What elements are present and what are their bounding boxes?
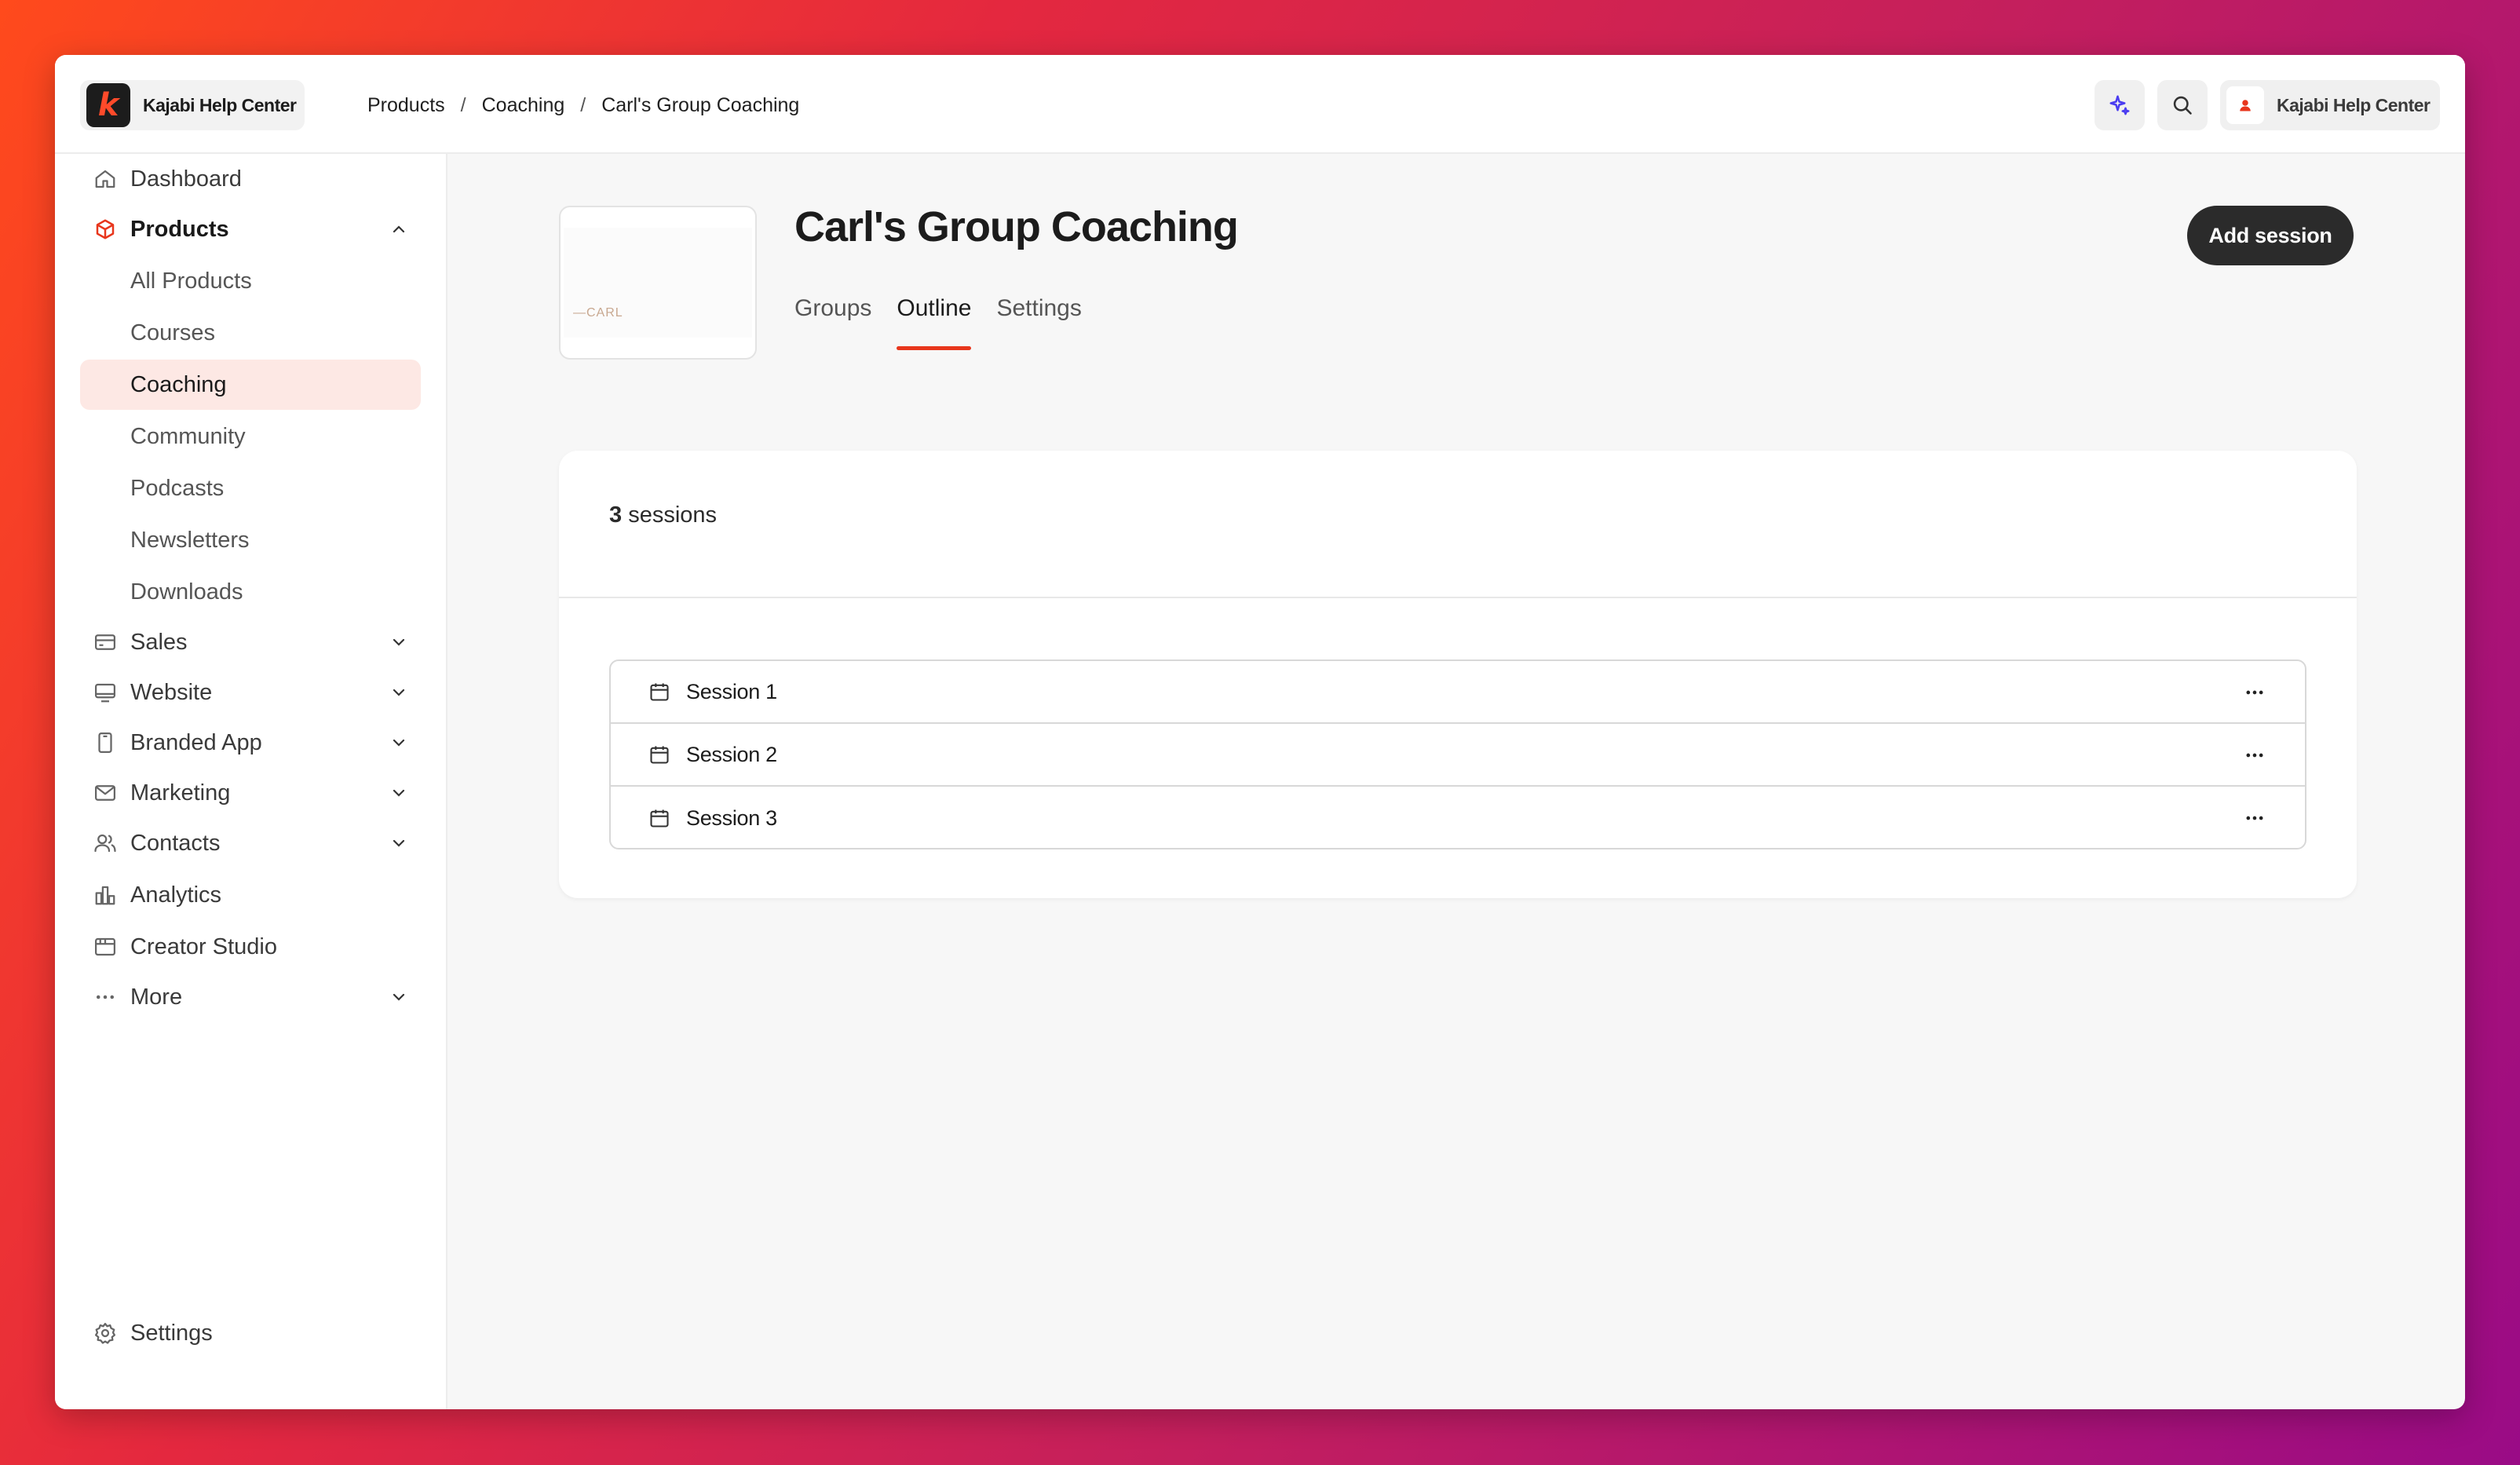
sidebar-item-contacts[interactable]: Contacts [80,818,421,868]
breadcrumb-coaching[interactable]: Coaching [482,94,565,117]
breadcrumb-separator: / [460,93,466,116]
session-row[interactable]: Session 3 [611,787,2305,848]
tab-bar: Groups Outline Settings [794,295,1082,350]
sidebar-item-label: Sales [130,629,188,655]
session-row[interactable]: Session 1 [611,661,2305,724]
calendar-icon [650,683,669,701]
chevron-down-icon [393,789,405,797]
site-switcher[interactable]: k Kajabi Help Center [80,80,305,130]
chevron-down-icon [393,689,405,696]
sidebar-item-label: Website [130,679,213,705]
chevron-down-icon [393,839,405,847]
app-window: k Kajabi Help Center Products / Coaching… [55,55,2465,1409]
sidebar-item-label: Settings [130,1320,213,1346]
sidebar-item-label: More [130,984,183,1010]
sessions-list: Session 1 Session 2 Session 3 [609,659,2306,849]
avatar [2226,86,2264,124]
more-horizontal-icon [2246,816,2263,820]
sidebar-item-products[interactable]: Products [80,204,421,254]
sidebar-subitem-community[interactable]: Community [80,411,421,462]
mail-icon [95,785,115,801]
tab-outline[interactable]: Outline [897,295,972,350]
sidebar-item-label: Analytics [130,882,222,908]
thumbnail-logo-text: —CARL [573,306,623,320]
sidebar-item-label: Contacts [130,830,221,856]
session-menu-button[interactable] [2239,680,2270,705]
session-menu-button[interactable] [2239,806,2270,831]
sidebar-subitem-coaching[interactable]: Coaching [80,360,421,410]
sidebar-item-branded-app[interactable]: Branded App [80,718,421,768]
credit-card-icon [95,634,115,650]
session-title: Session 1 [686,679,777,703]
main-content: —CARL Carl's Group Coaching Groups Outli… [449,154,2465,1409]
chevron-down-icon [393,993,405,1001]
add-session-button[interactable]: Add session [2187,206,2354,265]
chevron-down-icon [393,739,405,747]
sidebar-subitem-downloads[interactable]: Downloads [80,567,421,617]
sidebar-item-label: Marketing [130,780,231,806]
sidebar-item-analytics[interactable]: Analytics [80,870,421,920]
ai-assistant-button[interactable] [2095,80,2145,130]
sidebar: Dashboard Products All Products Courses … [55,154,447,1409]
divider [559,597,2357,598]
session-menu-button[interactable] [2239,743,2270,768]
sidebar-item-label: Branded App [130,729,262,755]
tab-groups[interactable]: Groups [794,295,871,350]
gear-icon [95,1323,115,1344]
sidebar-item-website[interactable]: Website [80,667,421,718]
dots-icon [97,995,114,999]
sidebar-subitem-all-products[interactable]: All Products [80,256,421,306]
top-bar: k Kajabi Help Center Products / Coaching… [55,55,2465,154]
box-icon [96,219,115,239]
more-horizontal-icon [2246,690,2263,695]
home-icon [95,170,115,188]
product-thumbnail[interactable]: —CARL [559,206,757,360]
session-title: Session 3 [686,806,777,830]
sidebar-item-label: Creator Studio [130,933,277,959]
search-button[interactable] [2157,80,2208,130]
users-icon [94,834,116,853]
chevron-up-icon [393,225,405,233]
studio-icon [95,937,115,956]
sidebar-item-more[interactable]: More [80,972,421,1022]
account-name: Kajabi Help Center [2277,94,2431,115]
page-title: Carl's Group Coaching [794,203,1239,250]
sparkle-icon [2109,95,2130,115]
monitor-icon [95,683,115,703]
sidebar-item-dashboard[interactable]: Dashboard [80,154,421,204]
phone-icon [98,732,112,753]
calendar-icon [650,746,669,764]
sidebar-item-settings[interactable]: Settings [80,1308,421,1358]
breadcrumb-current: Carl's Group Coaching [601,93,800,116]
chevron-down-icon [393,638,405,646]
sidebar-item-marketing[interactable]: Marketing [80,768,421,818]
sidebar-subitem-courses[interactable]: Courses [80,308,421,358]
sidebar-subitem-newsletters[interactable]: Newsletters [80,515,421,565]
user-icon [2240,100,2251,111]
calendar-icon [650,809,669,827]
site-name: Kajabi Help Center [143,94,297,115]
more-horizontal-icon [2246,753,2263,758]
account-menu-button[interactable]: Kajabi Help Center [2220,80,2440,130]
kajabi-logo: k [86,83,130,127]
sidebar-item-label: Dashboard [130,166,242,192]
sidebar-subitem-podcasts[interactable]: Podcasts [80,463,421,513]
breadcrumb: Products / Coaching / Carl's Group Coach… [367,86,799,124]
sidebar-item-label: Products [130,216,229,242]
breadcrumb-separator: / [580,93,586,116]
sessions-count: 3 sessions [609,502,718,528]
search-icon [2173,96,2192,115]
session-row[interactable]: Session 2 [611,724,2305,787]
chart-icon [95,886,115,905]
sidebar-item-creator-studio[interactable]: Creator Studio [80,922,421,972]
tab-settings[interactable]: Settings [996,295,1081,350]
session-title: Session 2 [686,742,777,766]
breadcrumb-products[interactable]: Products [367,94,445,117]
sidebar-item-sales[interactable]: Sales [80,617,421,667]
sessions-card: 3 sessions Session 1 Session 2 Session 3 [559,451,2357,898]
